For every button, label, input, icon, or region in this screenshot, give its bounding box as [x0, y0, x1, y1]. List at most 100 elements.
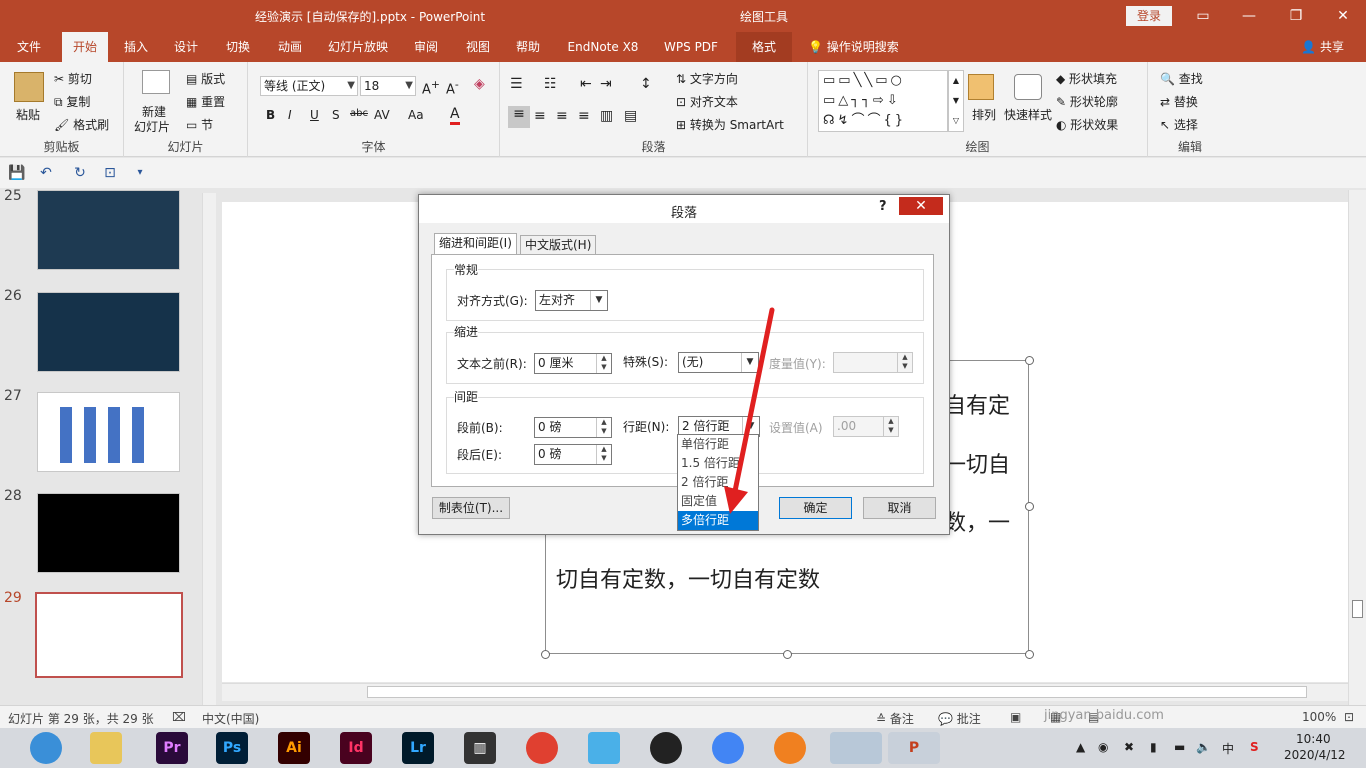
present-icon[interactable]: ⊡ [102, 165, 118, 181]
spinner-icon[interactable]: ▲ ▼ [883, 417, 898, 436]
sogou-icon[interactable]: S [1250, 740, 1259, 754]
shapes-gallery[interactable]: ▭▭╲╲▭○ ▭△┐┐⇨⇩ ☊↯⌒⌒{} [818, 70, 948, 132]
chat-app-icon[interactable] [588, 732, 620, 764]
select-button[interactable]: ↖ 选择 [1160, 116, 1198, 133]
lightroom-icon[interactable]: Lr [402, 732, 434, 764]
tab-insert[interactable]: 插入 [114, 32, 158, 62]
language[interactable]: 中文(中国) [202, 710, 259, 727]
increase-indent-icon[interactable]: ⇥ [600, 76, 612, 92]
spellcheck-icon[interactable]: ⌧ [172, 710, 186, 724]
comments-button[interactable]: 💬 批注 [938, 710, 981, 727]
tray-app-icon[interactable]: ✖ [1124, 740, 1134, 754]
shape-outline-button[interactable]: ✎ 形状轮廓 [1056, 93, 1118, 110]
shape-effects-button[interactable]: ◐ 形状效果 [1056, 116, 1118, 133]
columns-icon[interactable]: ▤ [624, 108, 637, 124]
bullets-icon[interactable]: ☰ [510, 76, 523, 92]
cut-button[interactable]: ✂ 剪切 [54, 70, 92, 87]
italic-button[interactable]: I [288, 108, 292, 122]
undo-icon[interactable]: ↶ [38, 165, 54, 181]
notepad-icon[interactable] [830, 732, 882, 764]
tab-animations[interactable]: 动画 [268, 32, 312, 62]
smartart-button[interactable]: ⊞ 转换为 SmartArt [676, 116, 784, 133]
spinner-icon[interactable]: ▲ ▼ [596, 418, 611, 437]
clock-date[interactable]: 2020/4/12 [1284, 748, 1346, 762]
line-spacing-icon[interactable]: ↕ [640, 76, 652, 92]
strikethrough-button[interactable]: abc [350, 108, 368, 119]
grow-font-icon[interactable]: A+ [422, 78, 440, 97]
photoshop-icon[interactable]: Ps [216, 732, 248, 764]
zoom-level[interactable]: 100% [1302, 710, 1336, 724]
quick-styles-icon[interactable] [1014, 74, 1042, 100]
new-slide-button-2[interactable]: 幻灯片 [134, 118, 170, 135]
spinner-icon[interactable]: ▲ ▼ [596, 445, 611, 464]
paste-button[interactable]: 粘贴 [16, 106, 40, 123]
tab-endnote[interactable]: EndNote X8 [560, 32, 646, 62]
shapes-scroll-icon[interactable]: ▲ ▼ ▽ [948, 70, 964, 132]
browser-icon[interactable] [774, 732, 806, 764]
redo-icon[interactable]: ↻ [72, 165, 88, 181]
arrange-button[interactable]: 排列 [972, 106, 996, 123]
normal-view-icon[interactable]: ▣ [1010, 710, 1021, 724]
save-icon[interactable]: 💾 [8, 165, 25, 181]
tab-review[interactable]: 审阅 [404, 32, 448, 62]
share-button[interactable]: 👤 共享 [1301, 32, 1344, 62]
by-input[interactable]: ▲ ▼ [833, 352, 913, 373]
folder-icon[interactable] [90, 732, 122, 764]
arrange-icon[interactable] [968, 74, 994, 100]
paste-icon[interactable] [14, 72, 44, 102]
tab-slideshow[interactable]: 幻灯片放映 [320, 32, 396, 62]
clock-time[interactable]: 10:40 [1296, 732, 1331, 746]
tab-view[interactable]: 视图 [456, 32, 500, 62]
align-left-icon[interactable]: ≡ [508, 106, 530, 128]
justify-icon[interactable]: ≡ [578, 108, 590, 124]
replace-button[interactable]: ⇄ 替换 [1160, 93, 1198, 110]
align-right-icon[interactable]: ≡ [556, 108, 568, 124]
resize-handle[interactable] [1025, 356, 1034, 365]
qq-tray-icon[interactable]: ◉ [1098, 740, 1108, 754]
char-spacing-button[interactable]: AV [374, 108, 390, 122]
scroll-thumb[interactable] [1352, 600, 1363, 618]
chrome-icon[interactable] [712, 732, 744, 764]
clear-format-icon[interactable]: ◈ [474, 76, 485, 92]
bold-button[interactable]: B [266, 108, 275, 122]
tabs-button[interactable]: 制表位(T)... [432, 497, 510, 519]
customize-icon[interactable]: ▾ [132, 165, 148, 181]
fit-slide-icon[interactable]: ⊡ [1344, 710, 1354, 724]
reset-button[interactable]: ▦ 重置 [186, 93, 225, 110]
font-color-button[interactable]: A [450, 106, 460, 125]
app-icon[interactable] [526, 732, 558, 764]
tab-file[interactable]: 文件 [6, 32, 52, 62]
battery-icon[interactable]: ▮ [1150, 740, 1157, 754]
new-slide-icon[interactable] [142, 70, 170, 94]
tab-design[interactable]: 设计 [164, 32, 208, 62]
change-case-button[interactable]: Aa [408, 108, 424, 122]
shrink-font-icon[interactable]: A- [446, 78, 459, 97]
at-input[interactable]: .00 ▲ ▼ [833, 416, 899, 437]
spacing-before-input[interactable]: 0 磅 ▲ ▼ [534, 417, 612, 438]
network-icon[interactable]: ▬ [1174, 740, 1185, 754]
thumb-slide-26[interactable] [37, 292, 180, 372]
tray-up-icon[interactable]: ▲ [1076, 740, 1085, 754]
decrease-indent-icon[interactable]: ⇤ [580, 76, 592, 92]
thumbnails-scrollbar[interactable] [202, 193, 216, 705]
help-button[interactable]: ? [879, 199, 887, 214]
shape-fill-button[interactable]: ◆ 形状填充 [1056, 70, 1117, 87]
qq-icon[interactable] [650, 732, 682, 764]
login-button[interactable]: 登录 [1126, 6, 1172, 26]
thumb-slide-25[interactable] [37, 190, 180, 270]
quick-styles-button[interactable]: 快速样式 [1004, 106, 1052, 123]
thumb-slide-28[interactable] [37, 493, 180, 573]
spinner-icon[interactable]: ▲ ▼ [596, 354, 611, 373]
section-button[interactable]: ▭ 节 [186, 116, 213, 133]
spinner-icon[interactable]: ▲ ▼ [897, 353, 912, 372]
align-text-button[interactable]: ⊡ 对齐文本 [676, 93, 738, 110]
before-text-input[interactable]: 0 厘米 ▲ ▼ [534, 353, 612, 374]
resize-handle[interactable] [783, 650, 792, 659]
font-name-combo[interactable]: 等线 (正文) ▼ [260, 76, 358, 96]
underline-button[interactable]: U [310, 108, 319, 122]
volume-icon[interactable]: 🔈 [1196, 740, 1211, 754]
close-icon[interactable]: ✕ [1330, 4, 1356, 28]
resize-handle[interactable] [541, 650, 550, 659]
ime-indicator[interactable]: 中 [1222, 740, 1234, 757]
layout-button[interactable]: ▤ 版式 [186, 70, 225, 87]
